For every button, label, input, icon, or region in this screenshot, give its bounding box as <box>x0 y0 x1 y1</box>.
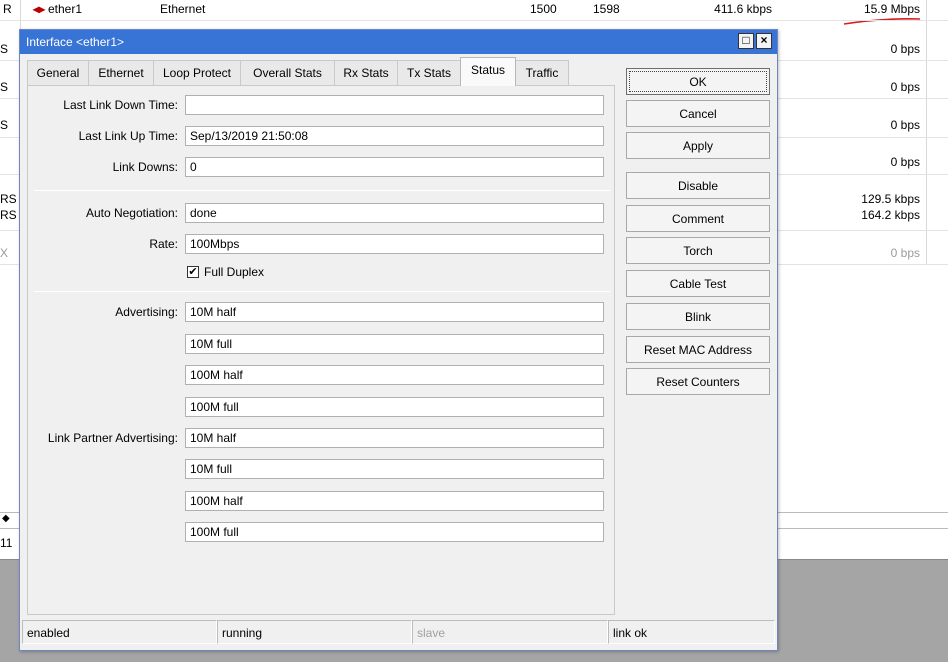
divider <box>34 291 610 292</box>
dialog-titlebar[interactable]: Interface <ether1> □ × <box>20 30 777 54</box>
reset-counters-button[interactable]: Reset Counters <box>626 368 770 395</box>
interface-name: ether1 <box>48 2 83 16</box>
tab-rx-stats[interactable]: Rx Stats <box>334 60 398 85</box>
tab-traffic[interactable]: Traffic <box>515 60 569 85</box>
disable-button[interactable]: Disable <box>626 172 770 199</box>
advertising-field[interactable]: 100M full <box>185 397 604 417</box>
tx-rate: 411.6 kbps <box>714 2 772 16</box>
cancel-button[interactable]: Cancel <box>626 100 770 127</box>
comment-button[interactable]: Comment <box>626 205 770 232</box>
rx-rate: 129.5 kbps <box>861 192 920 206</box>
rx-rate: 164.2 kbps <box>861 208 920 222</box>
flag: S <box>0 80 9 94</box>
status-slave: slave <box>412 620 608 644</box>
flag: S <box>0 118 9 132</box>
status-enabled: enabled <box>22 620 217 644</box>
horizontal-scrollbar[interactable] <box>778 512 948 529</box>
rate-label: Rate: <box>149 237 178 251</box>
tab-status[interactable]: Status <box>460 57 516 86</box>
flag: RS <box>0 192 17 206</box>
rx-rate: 0 bps <box>890 118 920 132</box>
torch-button[interactable]: Torch <box>626 237 770 264</box>
reset-mac-address-button[interactable]: Reset MAC Address <box>626 336 770 363</box>
flag: R <box>3 2 12 16</box>
item-count: 11 <box>0 536 13 550</box>
flag: S <box>0 42 9 56</box>
actual-mtu: 1598 <box>593 2 620 16</box>
restore-icon[interactable]: □ <box>738 33 754 49</box>
auto-negotiation-label: Auto Negotiation: <box>85 206 178 220</box>
rx-rate: 0 bps <box>890 42 920 56</box>
full-duplex-checkbox[interactable]: ✔ <box>187 266 199 278</box>
link-downs-label: Link Downs: <box>112 160 178 174</box>
last-link-down-time-field[interactable] <box>185 95 604 115</box>
status-bar: enabled running slave link ok <box>22 620 775 646</box>
rx-rate: 0 bps <box>890 155 920 169</box>
last-link-up-time-field[interactable]: Sep/13/2019 21:50:08 <box>185 126 604 146</box>
table-row[interactable]: R ◂▸ ether1 Ethernet 1500 1598 411.6 kbp… <box>0 0 948 18</box>
link-partner-advertising-label: Link Partner Advertising: <box>47 431 178 445</box>
last-link-down-time-label: Last Link Down Time: <box>63 98 178 112</box>
advertising-field[interactable]: 10M full <box>185 334 604 354</box>
apply-button[interactable]: Apply <box>626 132 770 159</box>
mtu: 1500 <box>530 2 557 16</box>
status-link: link ok <box>608 620 775 644</box>
rx-rate: 0 bps <box>890 80 920 94</box>
cable-test-button[interactable]: Cable Test <box>626 270 770 297</box>
scroll-left-arrow-icon[interactable]: ◆ <box>2 513 10 524</box>
advertising-label: Advertising: <box>115 305 178 319</box>
rx-rate: 0 bps <box>890 246 920 260</box>
advertising-field[interactable]: 10M half <box>185 302 604 322</box>
interface-type: Ethernet <box>160 2 206 16</box>
link-partner-advertising-field[interactable]: 100M full <box>185 522 604 542</box>
tab-general[interactable]: General <box>27 60 89 85</box>
status-panel: Last Link Down Time: Last Link Up Time: … <box>27 85 615 615</box>
flag: RS <box>0 208 17 222</box>
link-downs-field[interactable]: 0 <box>185 157 604 177</box>
ok-button[interactable]: OK <box>626 68 770 95</box>
ethernet-port-icon: ◂▸ <box>33 2 46 16</box>
rx-rate: 15.9 Mbps <box>863 2 920 16</box>
link-partner-advertising-field[interactable]: 10M half <box>185 428 604 448</box>
full-duplex-label: Full Duplex <box>204 265 265 279</box>
status-running: running <box>217 620 412 644</box>
flag: X <box>0 246 9 260</box>
link-partner-advertising-field[interactable]: 10M full <box>185 459 604 479</box>
tab-overall-stats[interactable]: Overall Stats <box>240 60 335 85</box>
red-underline-annotation <box>843 18 921 25</box>
rate-field[interactable]: 100Mbps <box>185 234 604 254</box>
blink-button[interactable]: Blink <box>626 303 770 330</box>
interface-dialog: Interface <ether1> □ × General Ethernet … <box>19 29 778 651</box>
advertising-field[interactable]: 100M half <box>185 365 604 385</box>
tab-tx-stats[interactable]: Tx Stats <box>397 60 461 85</box>
auto-negotiation-field[interactable]: done <box>185 203 604 223</box>
dialog-title: Interface <ether1> <box>26 35 125 49</box>
last-link-up-time-label: Last Link Up Time: <box>78 129 178 143</box>
link-partner-advertising-field[interactable]: 100M half <box>185 491 604 511</box>
tab-ethernet[interactable]: Ethernet <box>88 60 154 85</box>
divider <box>34 190 610 191</box>
tab-loop-protect[interactable]: Loop Protect <box>153 60 241 85</box>
close-icon[interactable]: × <box>756 33 772 49</box>
